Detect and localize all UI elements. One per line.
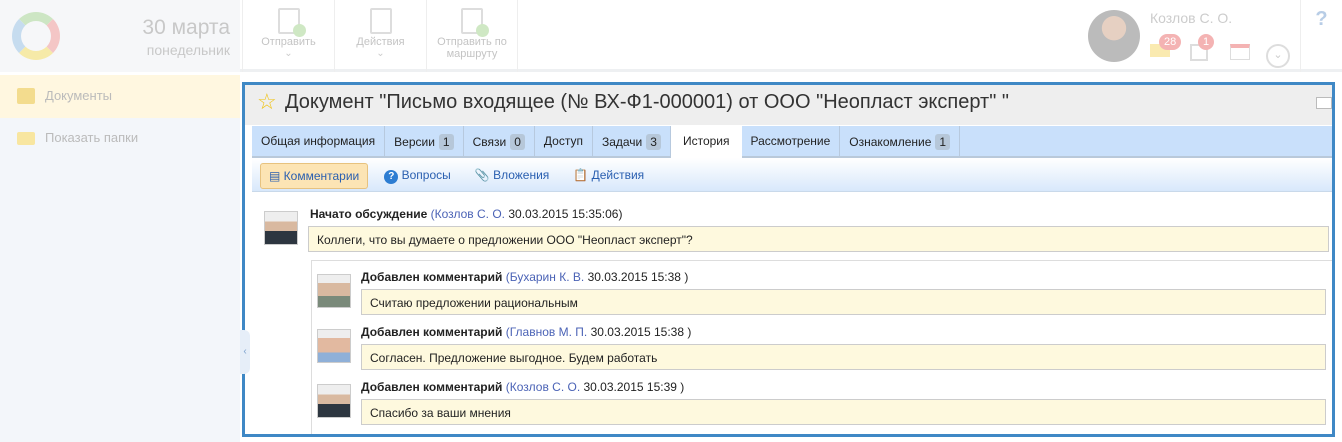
favorite-star-icon[interactable]: ☆	[257, 89, 277, 115]
document-title-row: ☆ Документ "Письмо входящее (№ ВХ-Ф1-000…	[245, 85, 1332, 125]
event-action: Добавлен комментарий	[361, 325, 503, 339]
comment-header: Добавлен комментарий (Бухарин К. В. 30.0…	[361, 270, 688, 284]
send-button[interactable]: Отправить ⌄	[242, 0, 334, 72]
subtab-actions[interactable]: 📋 Действия	[565, 163, 652, 189]
document-panel: ☆ Документ "Письмо входящее (№ ВХ-Ф1-000…	[242, 82, 1335, 437]
user-avatar[interactable]	[1088, 10, 1140, 62]
tab-label: Общая информация	[261, 134, 376, 148]
event-time: 30.03.2015 15:38 )	[587, 270, 689, 284]
send-label: Отправить	[261, 36, 316, 48]
logo-area: 30 марта понедельник	[0, 0, 240, 72]
tab-history[interactable]: История	[670, 126, 742, 158]
folder-icon	[17, 132, 35, 145]
mail-icon[interactable]	[1316, 97, 1332, 109]
author-link[interactable]: (Главнов М. П.	[506, 325, 588, 339]
tab-label: Задачи	[601, 135, 643, 149]
tab-versions[interactable]: Версии 1	[385, 126, 464, 156]
discussion-message: Коллеги, что вы думаете о предложении ОО…	[308, 226, 1329, 252]
tab-count: 1	[438, 134, 454, 150]
send-doc-icon	[277, 8, 306, 37]
author-link[interactable]: (Бухарин К. В.	[506, 270, 584, 284]
event-action: Добавлен комментарий	[361, 380, 503, 394]
avatar	[317, 329, 351, 363]
tab-general[interactable]: Общая информация	[252, 126, 386, 156]
sidebar-item-documents[interactable]: Документы	[0, 75, 240, 118]
tab-label: Ознакомление	[849, 135, 932, 149]
collapse-sidebar-handle[interactable]: ‹	[240, 330, 250, 374]
event-time: 30.03.2015 15:35:06)	[508, 207, 623, 221]
tab-acquaintance[interactable]: Ознакомление 1	[840, 126, 961, 156]
tab-label: Доступ	[543, 134, 583, 148]
actions-clipboard-icon	[369, 8, 392, 34]
chevron-down-icon: ⌄	[376, 48, 385, 59]
tab-links[interactable]: Связи 0	[464, 126, 535, 156]
tab-count: 0	[510, 134, 525, 150]
header: 30 марта понедельник Отправить ⌄ Действи…	[0, 0, 1342, 72]
sidebar-item-show-folders[interactable]: Показать папки	[0, 118, 240, 158]
calendar-icon[interactable]	[1230, 44, 1250, 60]
tab-label: Версии	[394, 135, 435, 149]
avatar	[317, 274, 351, 308]
tab-label: История	[682, 134, 730, 148]
event-action: Добавлен комментарий	[361, 270, 503, 284]
comment-message: Спасибо за ваши мнения	[361, 399, 1326, 425]
route-doc-icon	[461, 8, 489, 37]
subtab-label: Вопросы	[401, 168, 451, 182]
comment-header: Добавлен комментарий (Главнов М. П. 30.0…	[361, 325, 691, 339]
comment-message: Считаю предложении рациональным	[361, 289, 1326, 315]
sidebar-item-label: Показать папки	[45, 130, 139, 145]
mail-count-badge: 28	[1159, 34, 1182, 50]
tab-count: 1	[935, 134, 951, 150]
date-weekday: понедельник	[146, 42, 230, 58]
tab-access[interactable]: Доступ	[535, 126, 593, 156]
help-button[interactable]: ?	[1300, 0, 1342, 72]
comment-message: Согласен. Предложение выгодное. Будем ра…	[361, 344, 1326, 370]
tab-review[interactable]: Рассмотрение	[742, 126, 841, 156]
paperclip-icon: 📎	[474, 168, 490, 182]
discussion-header: Начато обсуждение (Козлов С. О. 30.03.20…	[310, 207, 622, 221]
sidebar-item-label: Документы	[45, 88, 113, 103]
subtab-label: Действия	[591, 168, 645, 182]
sidebar: Документы Показать папки	[0, 75, 240, 442]
actions-doc-icon: 📋	[573, 168, 589, 182]
user-menu-chevron-icon[interactable]: ⌄	[1266, 44, 1290, 68]
subtab-attachments[interactable]: 📎 Вложения	[467, 163, 558, 189]
event-time: 30.03.2015 15:38 )	[590, 325, 692, 339]
question-icon: ?	[384, 170, 399, 184]
tab-count: 3	[646, 134, 661, 150]
event-action: Начато обсуждение	[310, 207, 428, 221]
avatar	[317, 384, 351, 418]
author-link[interactable]: (Козлов С. О.	[431, 207, 505, 221]
comment-icon: ▤	[269, 169, 284, 183]
send-by-route-button[interactable]: Отправить по маршруту	[426, 0, 518, 72]
avatar	[264, 211, 298, 245]
document-tabs: Общая информация Версии 1 Связи 0 Доступ З…	[252, 126, 1332, 158]
subtab-label: Вложения	[493, 168, 550, 182]
subtab-label: Комментарии	[283, 169, 360, 183]
actions-button[interactable]: Действия ⌄	[334, 0, 426, 72]
actions-label: Действия	[356, 36, 405, 48]
subtab-questions[interactable]: ? Вопросы	[376, 163, 459, 189]
history-subtabs: ▤ Комментарии ? Вопросы 📎 Вложения 📋 Дей…	[252, 158, 1332, 192]
comment-thread: Добавлен комментарий (Бухарин К. В. 30.0…	[311, 260, 1332, 434]
folder-open-icon	[17, 88, 35, 104]
send-by-route-label: Отправить по маршруту	[437, 36, 507, 60]
tasks-count-badge: 1	[1198, 34, 1215, 50]
tab-label: Рассмотрение	[750, 134, 831, 148]
comment-header: Добавлен комментарий (Козлов С. О. 30.03…	[361, 380, 684, 394]
date-day: 30 марта	[142, 16, 230, 39]
user-name[interactable]: Козлов С. О.	[1150, 10, 1232, 26]
tab-tasks[interactable]: Задачи 3	[593, 126, 671, 156]
author-link[interactable]: (Козлов С. О.	[506, 380, 580, 394]
document-title: Документ "Письмо входящее (№ ВХ-Ф1-00000…	[285, 91, 1009, 113]
subtab-comments[interactable]: ▤ Комментарии	[260, 163, 369, 189]
app-logo[interactable]	[12, 12, 60, 60]
event-time: 30.03.2015 15:39 )	[583, 380, 685, 394]
tab-label: Связи	[472, 135, 507, 149]
chevron-down-icon: ⌄	[284, 48, 293, 59]
